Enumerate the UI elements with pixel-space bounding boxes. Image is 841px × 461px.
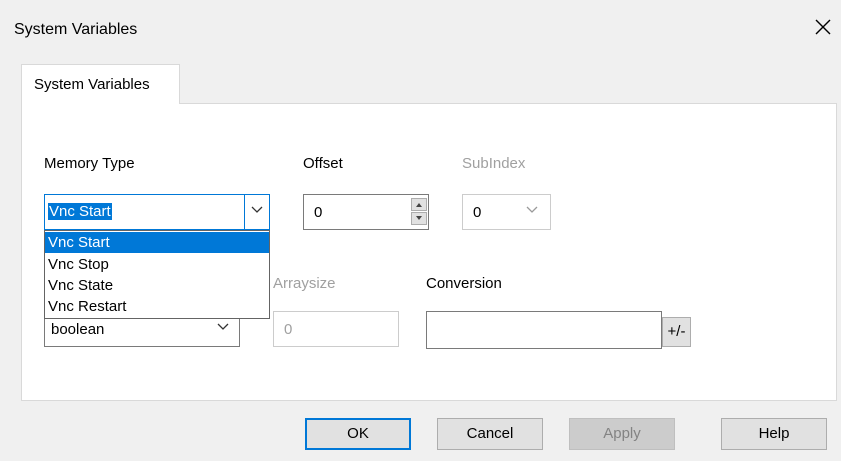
memory-type-dropdown: Vnc Start Vnc Stop Vnc State Vnc Restart xyxy=(44,230,270,319)
cancel-button[interactable]: Cancel xyxy=(437,418,543,450)
memory-type-value: Vnc Start xyxy=(48,203,112,220)
offset-value: 0 xyxy=(314,204,323,221)
chevron-down-icon xyxy=(520,195,544,229)
arraysize-label: Arraysize xyxy=(273,275,336,292)
window-title: System Variables xyxy=(14,21,138,38)
data-type-value: boolean xyxy=(51,321,105,338)
tab-label: System Variables xyxy=(34,76,150,93)
spin-down-button[interactable] xyxy=(411,212,427,225)
apply-button[interactable]: Apply xyxy=(569,418,675,450)
offset-label: Offset xyxy=(303,155,343,172)
arraysize-input: 0 xyxy=(273,311,399,347)
triangle-up-icon xyxy=(416,203,422,207)
help-button[interactable]: Help xyxy=(721,418,827,450)
dropdown-option-vnc-stop[interactable]: Vnc Stop xyxy=(45,254,269,275)
memory-type-label: Memory Type xyxy=(44,155,135,172)
subindex-label: SubIndex xyxy=(462,155,526,172)
dropdown-option-vnc-start[interactable]: Vnc Start xyxy=(45,232,269,253)
ok-button[interactable]: OK xyxy=(305,418,411,450)
close-button[interactable] xyxy=(812,16,834,38)
subindex-select: 0 xyxy=(462,194,551,230)
subindex-value: 0 xyxy=(473,204,482,221)
sign-toggle-button[interactable]: +/- xyxy=(662,317,691,347)
tab-system-variables[interactable]: System Variables xyxy=(21,64,180,104)
memory-type-select[interactable]: Vnc Start xyxy=(44,194,270,230)
offset-spinner[interactable]: 0 xyxy=(303,194,429,230)
spin-up-button[interactable] xyxy=(411,198,427,211)
chevron-down-icon[interactable] xyxy=(244,195,269,229)
dropdown-option-vnc-state[interactable]: Vnc State xyxy=(45,275,269,296)
conversion-label: Conversion xyxy=(426,275,502,292)
arraysize-value: 0 xyxy=(284,321,293,338)
triangle-down-icon xyxy=(416,216,422,220)
close-icon xyxy=(815,19,831,35)
conversion-input[interactable] xyxy=(426,311,662,349)
dropdown-option-vnc-restart[interactable]: Vnc Restart xyxy=(45,296,269,317)
